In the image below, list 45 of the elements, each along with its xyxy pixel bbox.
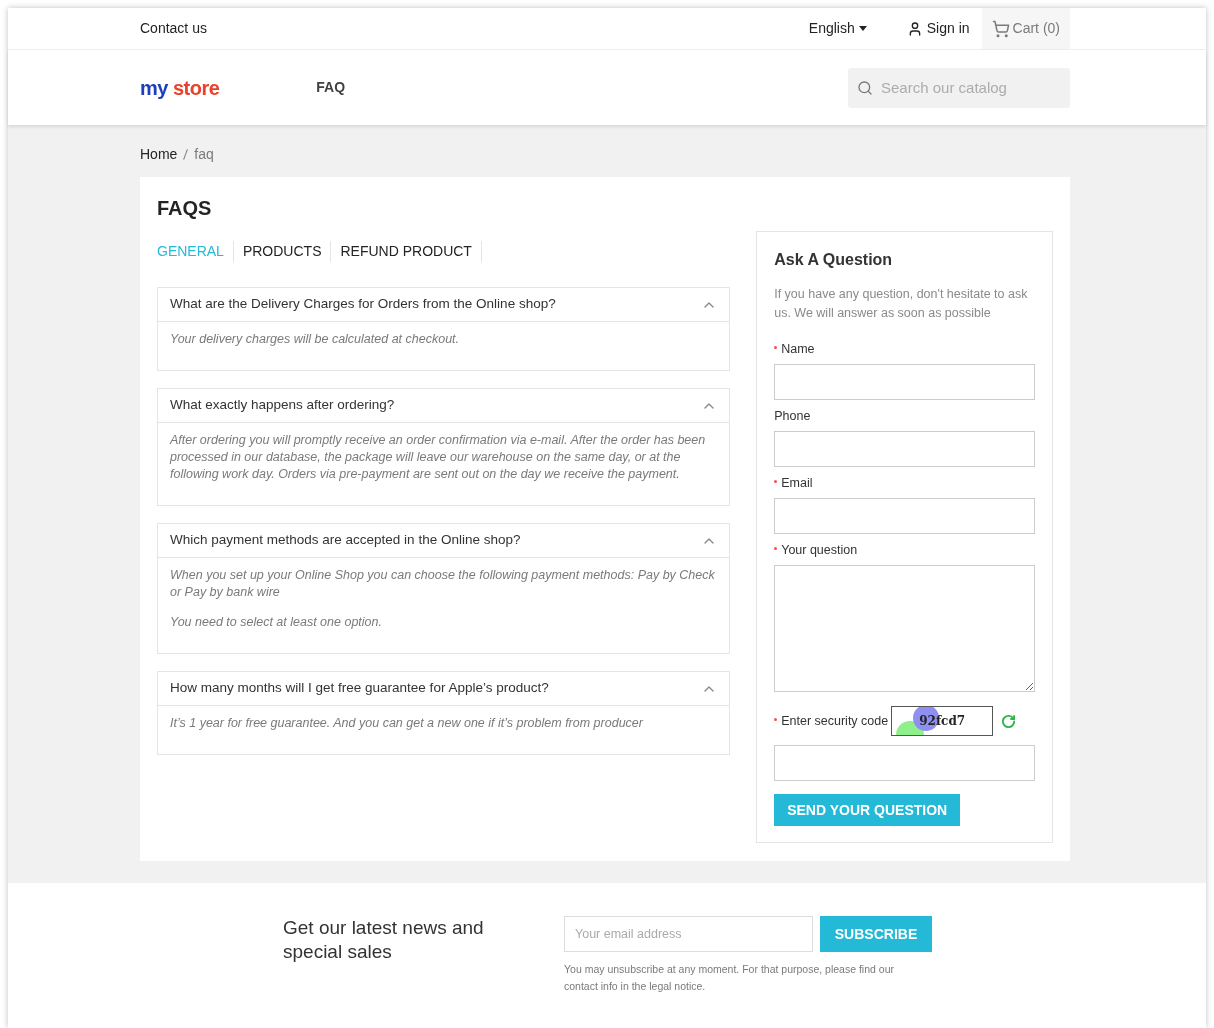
- faq-answer: Your delivery charges will be calculated at checkout.: [170, 331, 461, 348]
- field-label: Email: [774, 475, 1035, 491]
- faq-question[interactable]: Which payment methods are accepted in the Online shop?: [158, 524, 730, 558]
- faq-tab[interactable]: REFUND PRODUCT: [331, 241, 482, 262]
- captcha-image: 92fcd7: [891, 706, 994, 736]
- cart-icon: [991, 19, 1010, 38]
- faq-question[interactable]: What exactly happens after ordering?: [158, 389, 730, 423]
- required-mark: [774, 346, 778, 349]
- panel-intro: If you have any question, don't hesitate to ask us. We will answer as soon as possible: [774, 286, 1029, 322]
- panel-title: Ask A Question: [774, 250, 894, 270]
- faq-question[interactable]: How many months will I get free guarantee for Apple’s product?: [158, 672, 730, 706]
- breadcrumb-link[interactable]: Home: [140, 143, 178, 165]
- search-field[interactable]: Search our catalog: [848, 67, 1070, 108]
- field-label: Name: [774, 341, 1035, 357]
- sign-in-link[interactable]: Sign in: [906, 18, 970, 39]
- caret-icon: [858, 26, 867, 31]
- required-mark: [774, 480, 778, 483]
- breadcrumb-link[interactable]: faq: [194, 143, 214, 165]
- field-label: Phone: [774, 408, 812, 424]
- faq-tab[interactable]: PRODUCTS: [233, 241, 332, 262]
- faq-answer: It’s 1 year for free guarantee. And you can get a new one if it’s problem from producer: [170, 715, 645, 732]
- store-logo[interactable]: my store: [140, 72, 220, 103]
- refresh-icon[interactable]: [1001, 713, 1017, 729]
- newsletter-note: You may unsubscribe at any moment. For that purpose, please find our contact info in the legal notice.: [564, 962, 895, 994]
- contact-link[interactable]: Contact us: [140, 18, 207, 39]
- newsletter-heading: Get our latest news and special sales: [283, 916, 485, 964]
- nav-link[interactable]: FAQ: [316, 77, 346, 98]
- language-selector[interactable]: English: [808, 18, 867, 39]
- text-input[interactable]: [774, 431, 1035, 467]
- field-label: Your question: [774, 542, 1035, 558]
- text-input[interactable]: [774, 364, 1035, 400]
- required-mark: [774, 547, 778, 550]
- email-field[interactable]: Your email address: [564, 916, 813, 952]
- question-textarea[interactable]: [774, 565, 1035, 692]
- required-mark: [774, 718, 778, 721]
- faq-answer: When you set up your Online Shop you can choose the following payment methods: Pay by Check or Pay by bank wire: [170, 567, 716, 601]
- field-label: Enter security code: [774, 711, 889, 731]
- text-input[interactable]: [774, 498, 1035, 534]
- faq-question[interactable]: What are the Delivery Charges for Orders from the Online shop?: [158, 288, 730, 322]
- search-icon: [857, 79, 873, 96]
- faq-answer: After ordering you will promptly receive an order confirmation via e-mail. After the order has been processed in our database, the package will leave our warehouse on the same day, or at the following work day. Orders via pre-payment are sent out on the day we receive the payment.: [170, 432, 707, 483]
- cart-button[interactable]: Cart (0): [981, 8, 1070, 49]
- faq-answer: You need to select at least one option.: [170, 614, 383, 631]
- page-title: FAQS: [157, 196, 213, 221]
- captcha-input[interactable]: [774, 745, 1035, 781]
